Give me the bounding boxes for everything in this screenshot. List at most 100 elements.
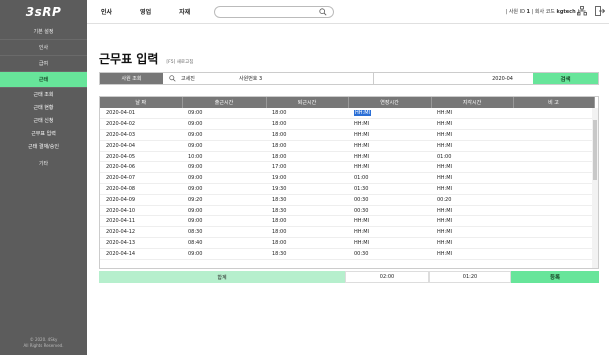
cell-overtime[interactable]: 00:30 (348, 194, 431, 206)
selected-cell-text[interactable]: HH:MI (354, 110, 371, 117)
cell-late[interactable]: HH:MI (431, 161, 513, 174)
cell-late[interactable]: HH:MI (431, 172, 513, 185)
cell-overtime[interactable]: HH:MI (348, 108, 431, 120)
search-icon[interactable] (169, 75, 176, 82)
cell-clock-out[interactable]: 18:00 (266, 226, 348, 239)
table-row[interactable]: 2020-04-12 08:30 18:00 HH:MI HH:MI (100, 226, 594, 239)
top-search-input[interactable] (221, 6, 322, 17)
cell-overtime[interactable]: 01:00 (348, 172, 431, 185)
cell-overtime[interactable]: HH:MI (348, 215, 431, 228)
sidebar-item-attendance[interactable]: 근태 (0, 72, 87, 88)
cell-remarks[interactable] (513, 226, 594, 239)
cell-clock-out[interactable]: 19:30 (266, 183, 348, 195)
cell-late[interactable]: 00:20 (431, 194, 513, 206)
sidebar-item-payroll[interactable]: 급여 (0, 56, 87, 72)
top-nav-materials[interactable]: 자재 (179, 7, 190, 16)
sidebar-sub-attendance-view[interactable]: 근태 조회 (0, 88, 87, 101)
logo[interactable]: 3sRP (0, 0, 87, 24)
cell-clock-out[interactable]: 18:30 (266, 205, 348, 217)
cell-clock-out[interactable]: 17:00 (266, 161, 348, 174)
table-row[interactable]: 2020-04-03 09:00 18:00 HH:MI HH:MI (100, 129, 594, 141)
cell-clock-out[interactable]: 18:00 (266, 140, 348, 152)
month-field[interactable]: 2020-04 (373, 73, 533, 84)
cell-remarks[interactable] (513, 172, 594, 185)
cell-late[interactable]: HH:MI (431, 129, 513, 141)
table-row[interactable]: 2020-04-13 08:40 18:00 HH:MI HH:MI (100, 237, 594, 249)
table-row[interactable]: 2020-04-02 09:00 18:00 HH:MI HH:MI (100, 118, 594, 131)
cell-clock-out[interactable]: 18:30 (266, 194, 348, 206)
cell-clock-out[interactable]: 19:00 (266, 172, 348, 185)
cell-overtime[interactable]: 00:30 (348, 248, 431, 260)
cell-overtime[interactable]: 00:30 (348, 205, 431, 217)
cell-clock-in[interactable]: 09:00 (182, 140, 266, 152)
cell-remarks[interactable] (513, 129, 594, 141)
cell-overtime[interactable]: HH:MI (348, 237, 431, 249)
sidebar-sub-attendance-approval[interactable]: 근태 결재/승인 (0, 140, 87, 153)
cell-remarks[interactable] (513, 248, 594, 260)
register-button[interactable]: 등록 (511, 271, 599, 283)
sidebar-sub-timesheet-input[interactable]: 근무표 입력 (0, 127, 87, 140)
cell-clock-out[interactable]: 18:30 (266, 248, 348, 260)
cell-late[interactable]: HH:MI (431, 108, 513, 120)
cell-clock-out[interactable]: 18:00 (266, 129, 348, 141)
sidebar-sub-attendance-request[interactable]: 근태 신청 (0, 114, 87, 127)
org-chart-icon[interactable] (577, 6, 587, 16)
table-row[interactable]: 2020-04-14 09:00 18:30 00:30 HH:MI (100, 248, 594, 260)
cell-remarks[interactable] (513, 140, 594, 152)
cell-clock-in[interactable]: 09:00 (182, 205, 266, 217)
cell-overtime[interactable]: HH:MI (348, 118, 431, 131)
cell-clock-in[interactable]: 09:00 (182, 172, 266, 185)
refresh-hint[interactable]: [F5] 새로고침 (166, 59, 193, 65)
top-nav-hr[interactable]: 인사 (101, 7, 112, 16)
cell-clock-in[interactable]: 08:30 (182, 226, 266, 239)
search-button[interactable]: 검색 (533, 73, 598, 84)
cell-clock-in[interactable]: 09:00 (182, 161, 266, 174)
table-row[interactable]: 2020-04-04 09:00 18:00 HH:MI HH:MI (100, 140, 594, 152)
cell-clock-in[interactable]: 09:20 (182, 194, 266, 206)
cell-remarks[interactable] (513, 108, 594, 120)
cell-remarks[interactable] (513, 183, 594, 195)
grid-scroll-thumb[interactable] (593, 120, 597, 180)
cell-late[interactable]: 01:00 (431, 151, 513, 163)
cell-clock-in[interactable]: 10:00 (182, 151, 266, 163)
cell-overtime[interactable]: HH:MI (348, 129, 431, 141)
cell-remarks[interactable] (513, 118, 594, 131)
cell-remarks[interactable] (513, 205, 594, 217)
cell-late[interactable]: HH:MI (431, 118, 513, 131)
cell-late[interactable]: HH:MI (431, 205, 513, 217)
table-row[interactable]: 2020-04-07 09:00 19:00 01:00 HH:MI (100, 172, 594, 185)
cell-late[interactable]: HH:MI (431, 215, 513, 228)
sidebar-sub-attendance-status[interactable]: 근태 현황 (0, 101, 87, 114)
cell-clock-in[interactable]: 08:40 (182, 237, 266, 249)
cell-clock-in[interactable]: 09:00 (182, 248, 266, 260)
cell-clock-out[interactable]: 18:00 (266, 108, 348, 120)
search-icon[interactable] (319, 7, 327, 16)
table-row[interactable]: 2020-04-05 10:00 18:00 HH:MI 01:00 (100, 151, 594, 163)
cell-overtime[interactable]: HH:MI (348, 151, 431, 163)
sidebar-item-settings[interactable]: 기본 설정 (0, 24, 87, 40)
cell-late[interactable]: HH:MI (431, 183, 513, 195)
sidebar-item-other[interactable]: 기타 (0, 155, 87, 171)
cell-overtime[interactable]: HH:MI (348, 140, 431, 152)
table-row[interactable]: 2020-04-08 09:00 19:30 01:30 HH:MI (100, 183, 594, 195)
cell-remarks[interactable] (513, 237, 594, 249)
cell-clock-out[interactable]: 18:00 (266, 118, 348, 131)
cell-late[interactable]: HH:MI (431, 226, 513, 239)
cell-overtime[interactable]: HH:MI (348, 226, 431, 239)
employee-search-field[interactable]: 고세진 (163, 73, 233, 84)
cell-clock-out[interactable]: 18:00 (266, 215, 348, 228)
table-row[interactable]: 2020-04-01 09:00 18:00 HH:MI HH:MI (100, 108, 594, 120)
cell-late[interactable]: HH:MI (431, 248, 513, 260)
cell-late[interactable]: HH:MI (431, 140, 513, 152)
grid-scrollbar[interactable] (592, 108, 598, 268)
table-row[interactable]: 2020-04-09 09:20 18:30 00:30 00:20 (100, 194, 594, 206)
table-row[interactable]: 2020-04-11 09:00 18:00 HH:MI HH:MI (100, 215, 594, 228)
cell-clock-in[interactable]: 09:00 (182, 183, 266, 195)
cell-clock-in[interactable]: 09:00 (182, 108, 266, 120)
table-row[interactable]: 2020-04-10 09:00 18:30 00:30 HH:MI (100, 205, 594, 217)
cell-overtime[interactable]: 01:30 (348, 183, 431, 195)
cell-overtime[interactable]: HH:MI (348, 161, 431, 174)
cell-remarks[interactable] (513, 151, 594, 163)
logout-icon[interactable] (595, 6, 605, 16)
cell-clock-in[interactable]: 09:00 (182, 118, 266, 131)
